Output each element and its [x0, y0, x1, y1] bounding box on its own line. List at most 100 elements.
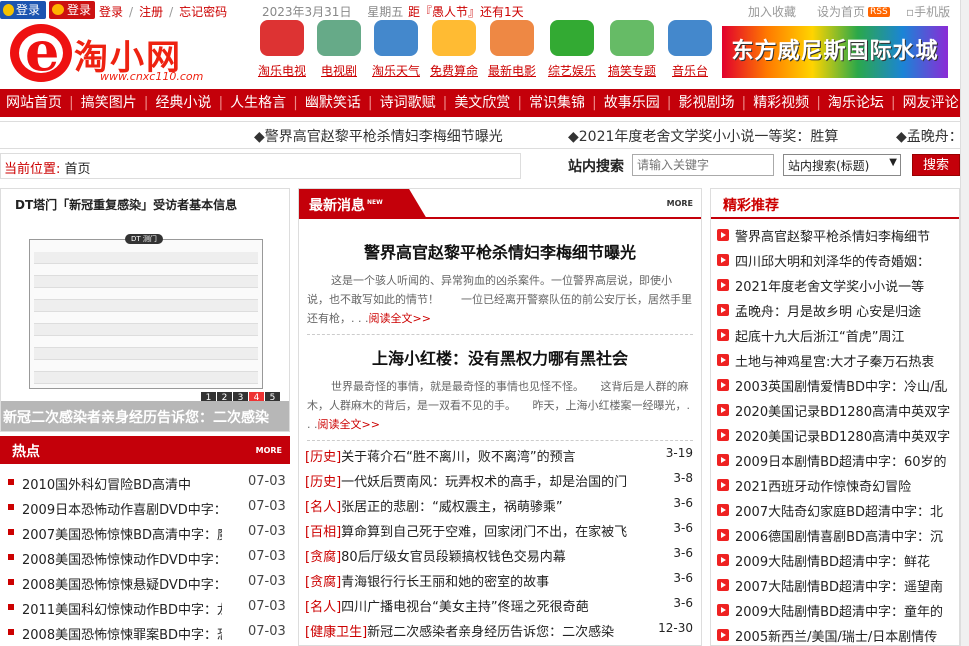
login-link[interactable]: 登录 [99, 5, 123, 19]
featured-article: 上海小红楼：没有黑权力哪有黑社会 世界最奇怪的事情，就是最奇怪的事情也见怪不怪。… [307, 345, 693, 441]
ad-banner[interactable]: 东方威尼斯国际水城 [722, 26, 948, 78]
list-item[interactable]: 2003英国剧情爱情BD中字：冷山/乱 [715, 373, 959, 398]
list-item-title: 起底十九大后浙江“首虎”周江 [735, 330, 905, 345]
category-tag[interactable]: [贪腐] [305, 550, 341, 565]
list-item[interactable]: 2009日本恐怖动作喜剧DVD中字： 07-03 [0, 495, 290, 520]
ticker-item[interactable]: ◆警界高官赵黎平枪杀情妇李梅细节曝光 [254, 126, 503, 146]
nav-item-funny-pics[interactable]: 搞笑图片 [81, 89, 137, 117]
nav-item-stories[interactable]: 故事乐园 [604, 89, 660, 117]
slide-table-row [34, 372, 258, 384]
nav-icon-music[interactable]: 音乐台 [662, 20, 718, 79]
list-item[interactable]: [贪腐]青海银行行长王丽和她的密室的故事 3-6 [305, 568, 697, 593]
nav-item-quotes[interactable]: 人生格言 [230, 89, 286, 117]
nav-item-theater[interactable]: 影视剧场 [678, 89, 734, 117]
list-item[interactable]: 2021年度老舍文学奖小小说一等 [715, 273, 959, 298]
list-item[interactable]: 2009日本剧情BD超清中字：60岁的 [715, 448, 959, 473]
list-item[interactable]: 警界高官赵黎平枪杀情妇李梅细节 [715, 223, 959, 248]
list-item[interactable]: 土地与神鸡星宫:大才子秦万石热衷 [715, 348, 959, 373]
search-button[interactable]: 搜索 [912, 154, 960, 176]
ticker-item[interactable]: ◆孟晚舟： [896, 126, 960, 146]
featured-article-headline[interactable]: 警界高官赵黎平枪杀情妇李梅细节曝光 [307, 239, 693, 263]
nav-icon-drama[interactable]: 电视剧 [311, 20, 367, 79]
list-item[interactable]: [名人]张居正的悲剧：“威权震主，祸萌骖乘” 3-6 [305, 493, 697, 518]
featured-article-headline[interactable]: 上海小红楼：没有黑权力哪有黑社会 [307, 345, 693, 369]
list-item[interactable]: 2007美国恐怖惊悚BD高清中字：魔 07-03 [0, 520, 290, 545]
scrollbar[interactable] [960, 0, 969, 646]
list-item[interactable]: 2008美国恐怖惊悚动作DVD中字： 07-03 [0, 545, 290, 570]
list-item[interactable]: 四川邱大明和刘泽华的传奇婚姻： [715, 248, 959, 273]
list-item[interactable]: [百相]算命算到自己死于空难，回家闭门不出，在家被飞 3-6 [305, 518, 697, 543]
slide-image[interactable]: DT塔门「新冠重复感染」受访者基本信息 DT 测门 [15, 197, 275, 393]
nav-icon-weather[interactable]: 淘乐天气 [368, 20, 424, 79]
add-favorite-link[interactable]: 加入收藏 [748, 3, 796, 20]
list-item[interactable]: 2021西班牙动作惊悚奇幻冒险 [715, 473, 959, 498]
house-icon [260, 20, 304, 56]
list-item[interactable]: 2020美国记录BD1280高清中英双字 [715, 423, 959, 448]
list-item[interactable]: 2011美国科幻惊悚动作BD中字：龙 07-03 [0, 595, 290, 620]
list-item[interactable]: [贪腐]80后厅级女官员段颖搞权钱色交易内幕 3-6 [305, 543, 697, 568]
hot-more-link[interactable]: MORE [256, 446, 282, 455]
nav-item-novels[interactable]: 经典小说 [155, 89, 211, 117]
list-item[interactable]: [历史]关于蒋介石“胜不离川，败不离湾”的预言 3-19 [305, 443, 697, 468]
nav-icon-funny[interactable]: 搞笑专题 [604, 20, 660, 79]
nav-item-comments[interactable]: 网友评论 [903, 89, 959, 117]
nav-item-jokes[interactable]: 幽默笑话 [305, 89, 361, 117]
breadcrumb-home-link[interactable]: 首页 [65, 162, 91, 177]
list-item[interactable]: 孟晚舟：月是故乡明 心安是归途 [715, 298, 959, 323]
nav-item-home[interactable]: 网站首页 [6, 89, 62, 117]
list-item[interactable]: 2009大陆剧情BD超清中字：童年的 [715, 598, 959, 623]
read-more-link[interactable]: 阅读全文>> [368, 312, 430, 325]
qq-login-button[interactable]: 登录 [0, 1, 46, 19]
list-item[interactable]: [名人]四川广播电视台“美女主持”佟瑶之死很奇葩 3-6 [305, 593, 697, 618]
category-tag[interactable]: [百相] [305, 525, 341, 540]
category-tag[interactable]: [名人] [305, 600, 341, 615]
register-link[interactable]: 注册 [139, 5, 163, 19]
nav-icon-variety[interactable]: 综艺娱乐 [544, 20, 600, 79]
category-tag[interactable]: [贪腐] [305, 575, 341, 590]
slide-caption-bar[interactable]: 新冠二次感染者亲身经历告诉您：二次感染 [1, 401, 289, 431]
search-scope-select[interactable]: 站内搜索(标题) ▼ [783, 154, 901, 176]
nav-item-poetry[interactable]: 诗词歌赋 [380, 89, 436, 117]
list-item-title: 2009日本恐怖动作喜剧DVD中字： [22, 503, 222, 518]
set-home-link[interactable]: 设为首页 [817, 3, 865, 20]
nav-icon-movie[interactable]: 最新电影 [484, 20, 540, 79]
list-item[interactable]: 2008美国恐怖惊悚悬疑DVD中字： 07-03 [0, 570, 290, 595]
list-item[interactable]: 2009大陆剧情BD超清中字：鲜花 [715, 548, 959, 573]
nav-item-forum[interactable]: 淘乐论坛 [828, 89, 884, 117]
list-item[interactable]: [历史]一代妖后贾南风：玩弄权术的高手，却是治国的门 3-8 [305, 468, 697, 493]
latest-news-tab[interactable]: 最新消息 NEW [299, 189, 427, 219]
nav-item-knowledge[interactable]: 常识集锦 [529, 89, 585, 117]
nav-icon-label: 免费算命 [429, 64, 478, 78]
list-item[interactable]: 2020美国记录BD1280高清中英双字 [715, 398, 959, 423]
nav-icon-label: 最新电影 [487, 64, 536, 78]
nav-item-essays[interactable]: 美文欣赏 [454, 89, 510, 117]
forgot-password-link[interactable]: 忘记密码 [179, 5, 227, 19]
latest-news-more-link[interactable]: MORE [667, 199, 693, 208]
holiday-countdown: 距『愚人节』还有1天 [408, 5, 524, 19]
list-item[interactable]: 2008美国恐怖惊悚罪案BD中字：恐 07-03 [0, 620, 290, 645]
nav-separator: | [666, 95, 672, 111]
nav-icon-tv[interactable]: 淘乐电视 [254, 20, 310, 79]
nav-icon-fortune[interactable]: 免费算命 [426, 20, 482, 79]
list-item[interactable]: 2010国外科幻冒险BD高清中 07-03 [0, 470, 290, 495]
category-tag[interactable]: [历史] [305, 450, 341, 465]
mobile-link[interactable]: ▫手机版 [906, 3, 950, 20]
list-item[interactable]: 2005新西兰/美国/瑞士/日本剧情传 [715, 623, 959, 645]
category-tag[interactable]: [健康卫生] [305, 625, 367, 640]
list-item[interactable]: [健康卫生]新冠二次感染者亲身经历告诉您：二次感染 12-30 [305, 618, 697, 643]
category-tag[interactable]: [历史] [305, 475, 341, 490]
site-logo[interactable]: 淘小网 www.cnxc110.com [8, 19, 248, 86]
list-item[interactable]: 2007大陆剧情BD超清中字：遥望南 [715, 573, 959, 598]
read-more-link[interactable]: 阅读全文>> [318, 418, 380, 431]
rss-link[interactable]: RSS [868, 3, 892, 17]
weibo-login-button[interactable]: 登录 [49, 1, 95, 19]
category-tag[interactable]: [名人] [305, 500, 341, 515]
list-item[interactable]: 2006德国剧情喜剧BD高清中字：沉 [715, 523, 959, 548]
list-item[interactable]: 2007大陆奇幻家庭BD超清中字：北 [715, 498, 959, 523]
list-item-title: 2011美国科幻惊悚动作BD中字：龙 [22, 603, 222, 618]
nav-item-videos[interactable]: 精彩视频 [753, 89, 809, 117]
search-input[interactable] [632, 154, 774, 176]
list-item[interactable]: 起底十九大后浙江“首虎”周江 [715, 323, 959, 348]
slide-table-caption: DT 测门 [125, 234, 163, 244]
ticker-item[interactable]: ◆2021年度老舍文学奖小小说一等奖：胜算 [568, 126, 838, 146]
